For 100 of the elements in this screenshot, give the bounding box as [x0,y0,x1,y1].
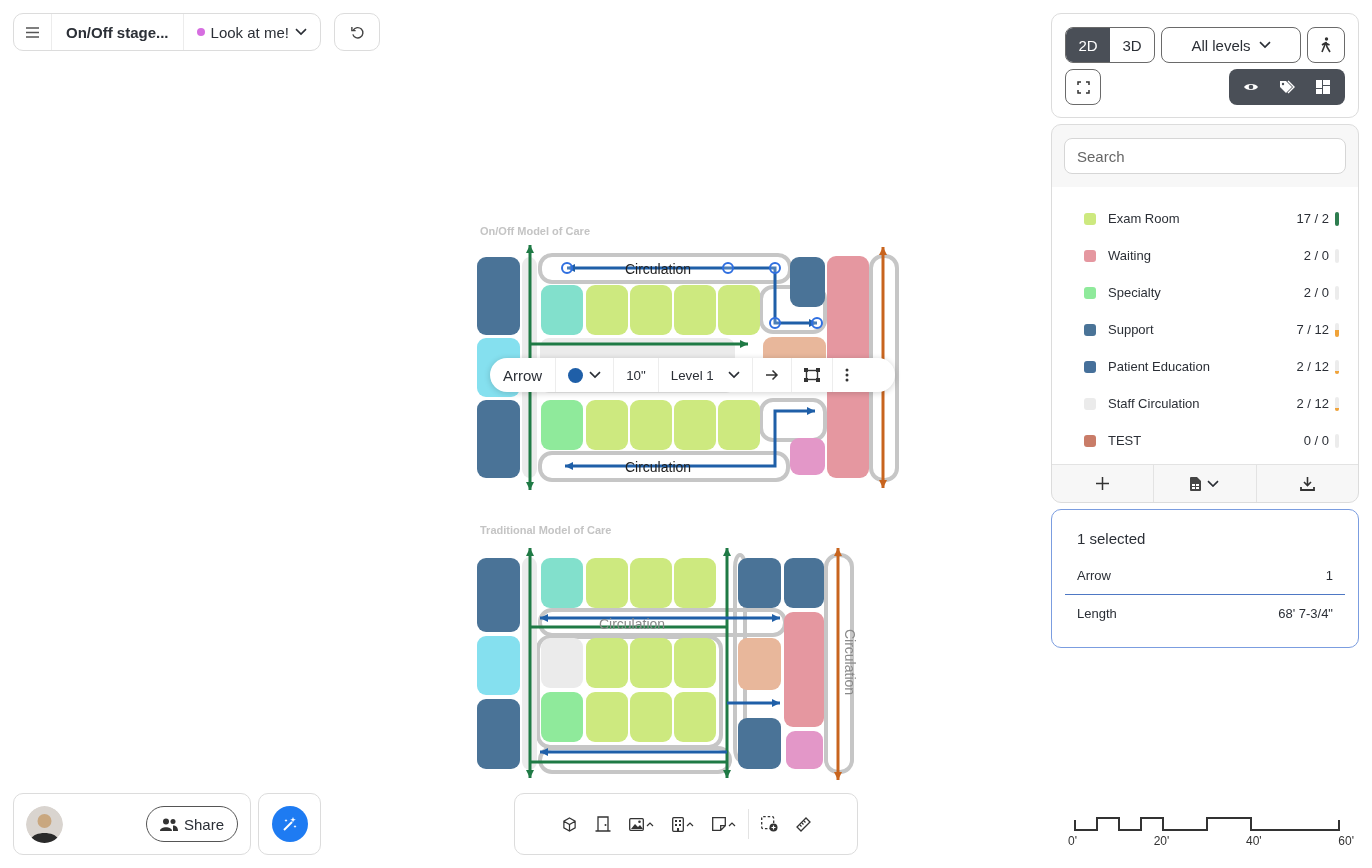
people-icon [159,817,178,831]
chevron-icon [589,371,602,379]
room [738,558,781,608]
eye-icon [1243,81,1259,93]
fullscreen-button[interactable] [1065,69,1101,105]
plus-icon [1096,477,1110,490]
room [784,558,824,608]
project-title: On/Off stage... [51,14,183,50]
category-name[interactable]: Specialty [1108,285,1292,300]
room [630,638,672,688]
category-name[interactable]: Support [1108,322,1285,337]
plan-title: On/Off Model of Care [480,225,590,237]
category-count: 2 / 0 [1303,248,1329,263]
room [674,638,716,688]
category-count: 17 / 2 [1296,211,1329,226]
door-icon [594,816,611,832]
room [586,558,628,608]
corridor-label: Circulation [624,261,692,277]
corridor-label: Circulation [624,459,692,475]
room [738,718,781,769]
room [477,636,520,695]
scale-label: 40' [1246,834,1262,848]
category-count: 2 / 12 [1296,359,1329,374]
selected-arrow[interactable] [561,262,823,329]
spreadsheet-icon [1190,476,1202,491]
room [541,638,583,688]
status-dropdown[interactable]: Look at me! [182,14,320,50]
category-name[interactable]: Exam Room [1108,211,1285,226]
usage-meter [1335,211,1339,226]
view-tab[interactable]: 3D [1110,28,1154,62]
level-dropdown[interactable]: Level 1 [657,358,752,392]
search-field[interactable]: Search [1064,138,1346,174]
usage-meter [1335,322,1339,337]
scale-label: 0' [1068,834,1077,848]
room [674,692,716,742]
room [630,558,672,608]
room [586,692,628,742]
room [630,400,672,450]
caret-icon [685,821,694,827]
room [674,558,716,608]
chevron-icon [1258,41,1271,49]
room [541,558,583,608]
magic-wand-button[interactable] [271,806,308,842]
room [718,285,760,335]
room [786,731,823,769]
dashed-square-plus-icon [760,816,778,832]
room [630,285,672,335]
property-value: 68' 7-3/4" [1278,606,1333,621]
chevron-icon [1207,479,1220,488]
size-button[interactable]: 10" [613,358,658,392]
property-label: Arrow [1077,568,1111,583]
level-select[interactable]: All levels [1161,27,1301,63]
property-value: 1 [1325,568,1333,583]
walk-button[interactable] [1307,27,1345,63]
category-name[interactable]: TEST [1108,433,1292,448]
cube-icon [561,816,577,832]
room [630,692,672,742]
category-count: 2 / 0 [1303,285,1329,300]
scale-label: 20' [1153,834,1170,848]
category-count: 7 / 12 [1296,322,1329,337]
property-label: Length [1077,606,1117,621]
building-icon [671,816,684,832]
view-tab[interactable]: 2D [1066,28,1110,62]
grid-icon [1316,80,1330,94]
category-count: 0 / 0 [1303,433,1329,448]
corridor-outline [759,398,827,442]
corridor-label: Circulation [842,628,858,696]
magic-wand-icon [281,816,298,832]
caret-icon [645,821,654,827]
arrow-right-icon [764,369,779,381]
category-name[interactable]: Waiting [1108,248,1292,263]
avatar[interactable] [26,805,63,843]
undo-button[interactable] [334,13,380,51]
plan-title: Traditional Model of Care [480,524,612,536]
chevron-icon [727,371,740,379]
more-icon [844,368,849,382]
room [586,285,628,335]
room [674,285,716,335]
chevron-icon [294,28,307,36]
category-count: 2 / 12 [1296,396,1329,411]
image-icon [628,817,644,831]
scale-label: 60' [1338,834,1354,848]
menu-icon [26,26,39,38]
download-icon [1299,476,1315,491]
room [790,438,825,475]
room [541,400,583,450]
selection-type: Arrow [502,365,544,386]
room [718,400,760,450]
room [541,692,583,742]
room [541,285,583,335]
room [586,400,628,450]
category-name[interactable]: Patient Education [1108,359,1285,374]
tag-icon [1278,80,1296,94]
category-name[interactable]: Staff Circulation [1108,396,1285,411]
room [477,699,520,769]
undo-icon [349,24,365,40]
walking-person-icon [1320,37,1332,53]
room [586,638,628,688]
room [790,257,825,307]
room [738,638,781,690]
